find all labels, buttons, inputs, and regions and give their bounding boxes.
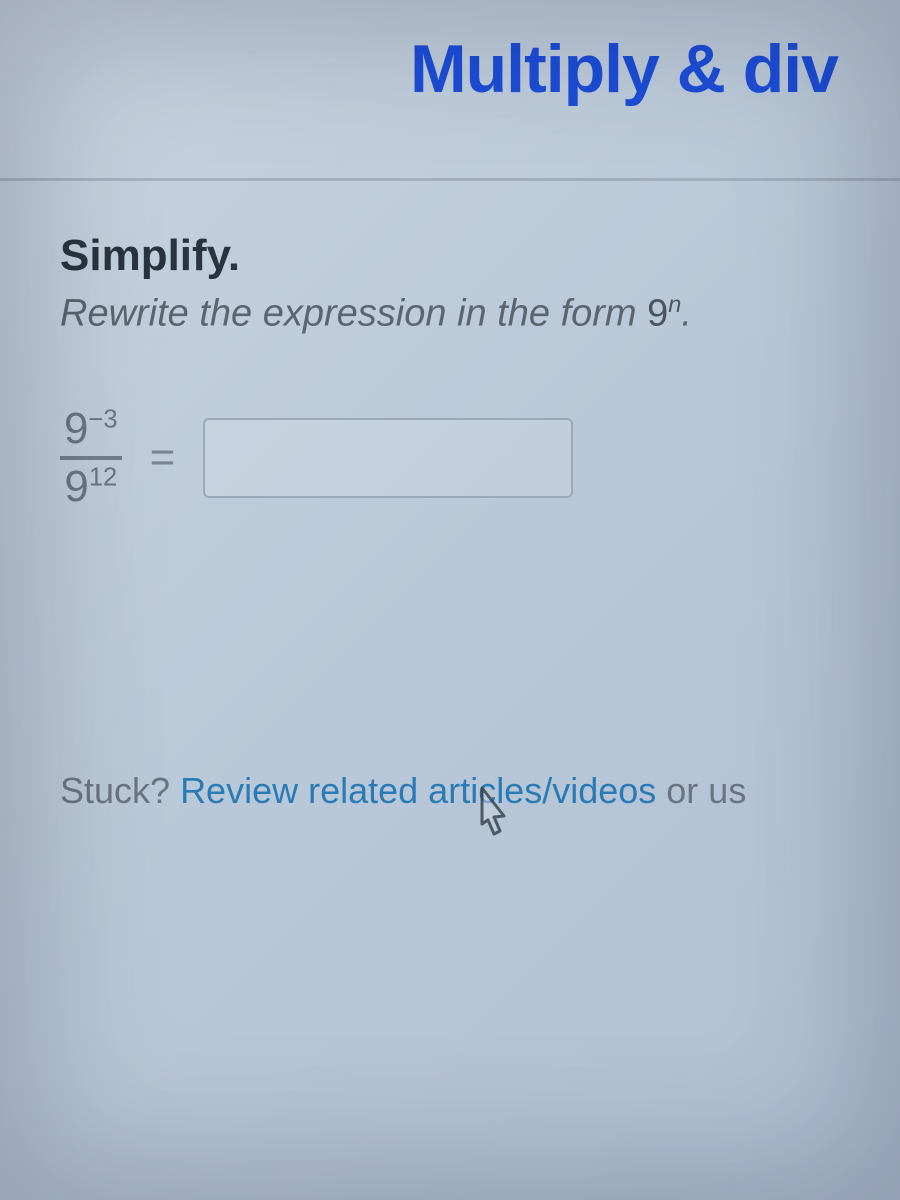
instruction-text: Rewrite the expression in the form 9n.	[60, 291, 840, 336]
instruction-base: 9	[647, 293, 668, 335]
fraction-denominator: 912	[60, 464, 121, 510]
answer-input[interactable]	[203, 418, 573, 498]
den-exponent: 12	[89, 463, 117, 491]
expression-fraction: 9−3 912	[60, 406, 122, 510]
num-base: 9	[64, 404, 88, 453]
instruction-prefix: Rewrite the expression in the form	[60, 293, 647, 335]
fraction-numerator: 9−3	[60, 406, 122, 452]
num-exponent: −3	[88, 405, 117, 433]
instruction-suffix: .	[681, 293, 692, 335]
stuck-row: Stuck? Review related articles/videos or…	[60, 770, 840, 812]
simplify-heading: Simplify.	[60, 231, 840, 281]
stuck-prefix: Stuck?	[60, 770, 180, 811]
equals-sign: =	[150, 433, 176, 483]
fraction-bar	[60, 456, 122, 460]
equation-row: 9−3 912 =	[60, 406, 840, 510]
page-title: Multiply & div	[0, 30, 900, 108]
instruction-exponent: n	[668, 291, 681, 317]
header-divider	[0, 178, 900, 181]
stuck-link[interactable]: Review related articles/videos	[180, 770, 656, 811]
stuck-suffix: or us	[656, 770, 746, 811]
den-base: 9	[64, 462, 88, 511]
